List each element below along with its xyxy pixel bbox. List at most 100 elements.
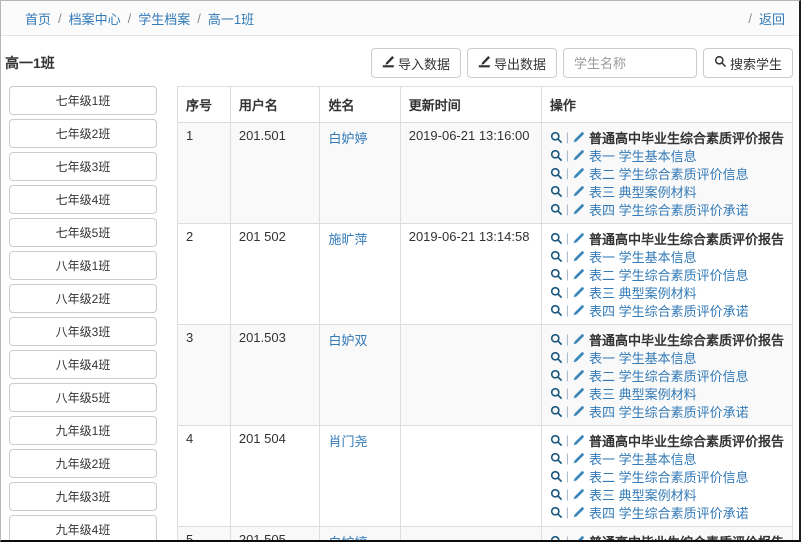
- import-data-button[interactable]: 导入数据: [371, 48, 461, 78]
- form-link[interactable]: 表一 学生基本信息: [589, 348, 697, 367]
- form-link[interactable]: 表二 学生综合素质评价信息: [589, 366, 749, 385]
- operation-separator: |: [566, 487, 569, 501]
- edit-pencil-icon[interactable]: [572, 405, 585, 418]
- report-link[interactable]: 普通高中毕业生综合素质评价报告: [589, 532, 784, 542]
- view-magnifier-icon[interactable]: [550, 268, 563, 281]
- view-magnifier-icon[interactable]: [550, 535, 563, 542]
- breadcrumb-link-home[interactable]: 首页: [25, 9, 51, 28]
- view-magnifier-icon[interactable]: [550, 232, 563, 245]
- sidebar-class-button[interactable]: 七年级2班: [9, 119, 157, 148]
- breadcrumb-link-archive-center[interactable]: 档案中心: [69, 9, 121, 28]
- view-magnifier-icon[interactable]: [550, 488, 563, 501]
- form-link[interactable]: 表二 学生综合素质评价信息: [589, 467, 749, 486]
- search-student-button[interactable]: 搜索学生: [703, 48, 793, 78]
- sidebar-class-button[interactable]: 八年级1班: [9, 251, 157, 280]
- edit-pencil-icon[interactable]: [572, 250, 585, 263]
- table-header-row: 序号 用户名 姓名 更新时间 操作: [178, 87, 793, 123]
- form-link[interactable]: 表四 学生综合素质评价承诺: [589, 200, 749, 219]
- sidebar-class-button[interactable]: 八年级3班: [9, 317, 157, 346]
- edit-pencil-icon[interactable]: [572, 232, 585, 245]
- edit-pencil-icon[interactable]: [572, 333, 585, 346]
- student-name-link[interactable]: 肖门尧: [328, 434, 367, 449]
- sidebar-class-button[interactable]: 八年级5班: [9, 383, 157, 412]
- sidebar-class-button[interactable]: 九年级4班: [9, 515, 157, 542]
- student-name-link[interactable]: 白妒婷: [328, 131, 367, 146]
- view-magnifier-icon[interactable]: [550, 286, 563, 299]
- student-name-link[interactable]: 施旷萍: [328, 232, 367, 247]
- edit-pencil-icon[interactable]: [572, 387, 585, 400]
- edit-pencil-icon[interactable]: [572, 434, 585, 447]
- form-link[interactable]: 表三 典型案例材料: [589, 485, 697, 504]
- view-magnifier-icon[interactable]: [550, 250, 563, 263]
- sidebar-class-button[interactable]: 七年级1班: [9, 86, 157, 115]
- view-magnifier-icon[interactable]: [550, 149, 563, 162]
- sidebar-class-button[interactable]: 八年级2班: [9, 284, 157, 313]
- view-magnifier-icon[interactable]: [550, 452, 563, 465]
- edit-pencil-icon[interactable]: [572, 369, 585, 382]
- search-icon: [714, 55, 727, 71]
- sidebar-class-button[interactable]: 八年级4班: [9, 350, 157, 379]
- form-link[interactable]: 表四 学生综合素质评价承诺: [589, 301, 749, 320]
- breadcrumb-link-current-class[interactable]: 高一1班: [208, 9, 254, 28]
- form-link[interactable]: 表二 学生综合素质评价信息: [589, 164, 749, 183]
- form-link[interactable]: 表三 典型案例材料: [589, 384, 697, 403]
- operation-separator: |: [566, 249, 569, 263]
- edit-pencil-icon[interactable]: [572, 351, 585, 364]
- sidebar-class-button[interactable]: 九年级3班: [9, 482, 157, 511]
- form-link[interactable]: 表四 学生综合素质评价承诺: [589, 503, 749, 522]
- report-link[interactable]: 普通高中毕业生综合素质评价报告: [589, 431, 784, 450]
- student-name-input[interactable]: [563, 48, 697, 78]
- edit-pencil-icon[interactable]: [572, 304, 585, 317]
- breadcrumb-link-student-archive[interactable]: 学生档案: [138, 9, 190, 28]
- edit-pencil-icon[interactable]: [572, 506, 585, 519]
- view-magnifier-icon[interactable]: [550, 185, 563, 198]
- report-link[interactable]: 普通高中毕业生综合素质评价报告: [589, 229, 784, 248]
- edit-pencil-icon[interactable]: [572, 131, 585, 144]
- view-magnifier-icon[interactable]: [550, 351, 563, 364]
- form-link[interactable]: 表一 学生基本信息: [589, 449, 697, 468]
- view-magnifier-icon[interactable]: [550, 434, 563, 447]
- edit-pencil-icon[interactable]: [572, 185, 585, 198]
- back-link[interactable]: 返回: [759, 9, 785, 28]
- sidebar-class-button[interactable]: 九年级2班: [9, 449, 157, 478]
- export-data-button[interactable]: 导出数据: [467, 48, 557, 78]
- edit-pencil-icon[interactable]: [572, 167, 585, 180]
- sidebar-class-button[interactable]: 七年级3班: [9, 152, 157, 181]
- operation-line: | 表一 学生基本信息: [550, 146, 784, 164]
- edit-pencil-icon[interactable]: [572, 488, 585, 501]
- form-link[interactable]: 表三 典型案例材料: [589, 182, 697, 201]
- form-link[interactable]: 表一 学生基本信息: [589, 146, 697, 165]
- row-index-cell: 3: [178, 325, 231, 426]
- edit-pencil-icon[interactable]: [572, 452, 585, 465]
- form-link[interactable]: 表四 学生综合素质评价承诺: [589, 402, 749, 421]
- sidebar-class-button[interactable]: 七年级5班: [9, 218, 157, 247]
- view-magnifier-icon[interactable]: [550, 405, 563, 418]
- view-magnifier-icon[interactable]: [550, 304, 563, 317]
- edit-pencil-icon[interactable]: [572, 203, 585, 216]
- sidebar-class-button[interactable]: 九年级1班: [9, 416, 157, 445]
- operation-separator: |: [566, 505, 569, 519]
- view-magnifier-icon[interactable]: [550, 131, 563, 144]
- form-link[interactable]: 表三 典型案例材料: [589, 283, 697, 302]
- operation-line: | 表二 学生综合素质评价信息: [550, 366, 784, 384]
- view-magnifier-icon[interactable]: [550, 387, 563, 400]
- edit-pencil-icon[interactable]: [572, 149, 585, 162]
- operations-cell: | 普通高中毕业生综合素质评价报告 | 表一 学生基本信息 | 表二 学生综合素…: [541, 123, 792, 224]
- edit-pencil-icon[interactable]: [572, 470, 585, 483]
- view-magnifier-icon[interactable]: [550, 167, 563, 180]
- edit-pencil-icon[interactable]: [572, 286, 585, 299]
- view-magnifier-icon[interactable]: [550, 369, 563, 382]
- student-name-link[interactable]: 白妒双: [328, 333, 367, 348]
- form-link[interactable]: 表二 学生综合素质评价信息: [589, 265, 749, 284]
- view-magnifier-icon[interactable]: [550, 506, 563, 519]
- view-magnifier-icon[interactable]: [550, 470, 563, 483]
- report-link[interactable]: 普通高中毕业生综合素质评价报告: [589, 330, 784, 349]
- report-link[interactable]: 普通高中毕业生综合素质评价报告: [589, 128, 784, 147]
- view-magnifier-icon[interactable]: [550, 203, 563, 216]
- edit-pencil-icon[interactable]: [572, 535, 585, 542]
- student-name-link[interactable]: 白妒婷: [328, 535, 367, 542]
- form-link[interactable]: 表一 学生基本信息: [589, 247, 697, 266]
- sidebar-class-button[interactable]: 七年级4班: [9, 185, 157, 214]
- view-magnifier-icon[interactable]: [550, 333, 563, 346]
- edit-pencil-icon[interactable]: [572, 268, 585, 281]
